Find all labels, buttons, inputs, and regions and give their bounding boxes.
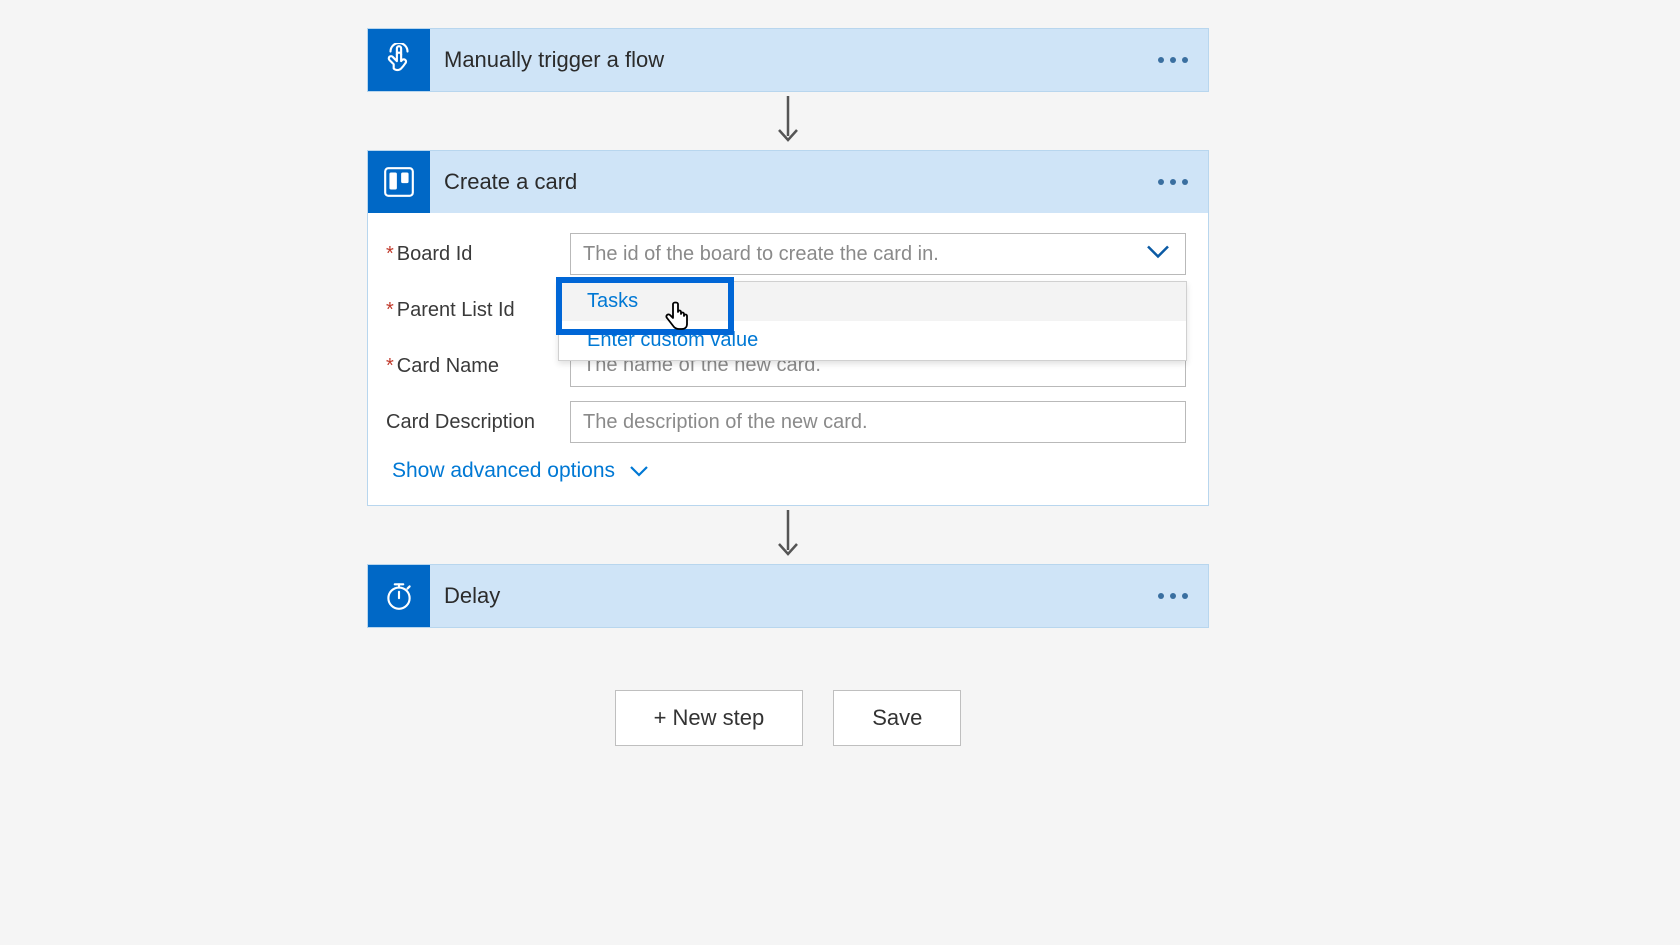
- label-card-name: *Card Name: [386, 355, 570, 378]
- ellipsis-icon[interactable]: [1158, 593, 1188, 599]
- label-parent-list-id: *Parent List Id: [386, 299, 570, 322]
- chevron-down-icon[interactable]: [1145, 243, 1171, 266]
- step-delay[interactable]: Delay: [367, 564, 1209, 628]
- step-title: Create a card: [430, 169, 577, 195]
- label-board-id: *Board Id: [386, 243, 570, 266]
- ellipsis-icon[interactable]: [1158, 179, 1188, 185]
- label-card-description: Card Description: [386, 411, 570, 434]
- step-header[interactable]: Create a card: [368, 151, 1208, 213]
- dropdown-option-tasks[interactable]: Tasks: [559, 282, 1186, 321]
- timer-icon: [368, 565, 430, 627]
- show-advanced-options[interactable]: Show advanced options: [392, 459, 649, 483]
- dropdown-option-custom[interactable]: Enter custom value: [559, 321, 1186, 360]
- new-step-button[interactable]: + New step: [615, 690, 804, 746]
- board-id-text[interactable]: [583, 243, 1173, 266]
- field-board-id: *Board Id: [386, 233, 1186, 275]
- chevron-down-icon: [629, 465, 649, 477]
- step-title: Delay: [430, 583, 500, 609]
- card-description-text[interactable]: [583, 411, 1173, 434]
- connector-arrow: [367, 506, 1209, 564]
- ellipsis-icon[interactable]: [1158, 57, 1188, 63]
- input-card-description[interactable]: [570, 401, 1186, 443]
- touch-icon: [368, 29, 430, 91]
- step-manual-trigger[interactable]: Manually trigger a flow: [367, 28, 1209, 92]
- trello-icon: [368, 151, 430, 213]
- board-id-dropdown: Tasks Enter custom value: [558, 281, 1187, 361]
- step-title: Manually trigger a flow: [430, 47, 664, 73]
- step-create-card: Create a card *Board Id *Parent List Id: [367, 150, 1209, 506]
- input-board-id[interactable]: [570, 233, 1186, 275]
- field-card-description: Card Description: [386, 401, 1186, 443]
- save-button[interactable]: Save: [833, 690, 961, 746]
- connector-arrow: [367, 92, 1209, 150]
